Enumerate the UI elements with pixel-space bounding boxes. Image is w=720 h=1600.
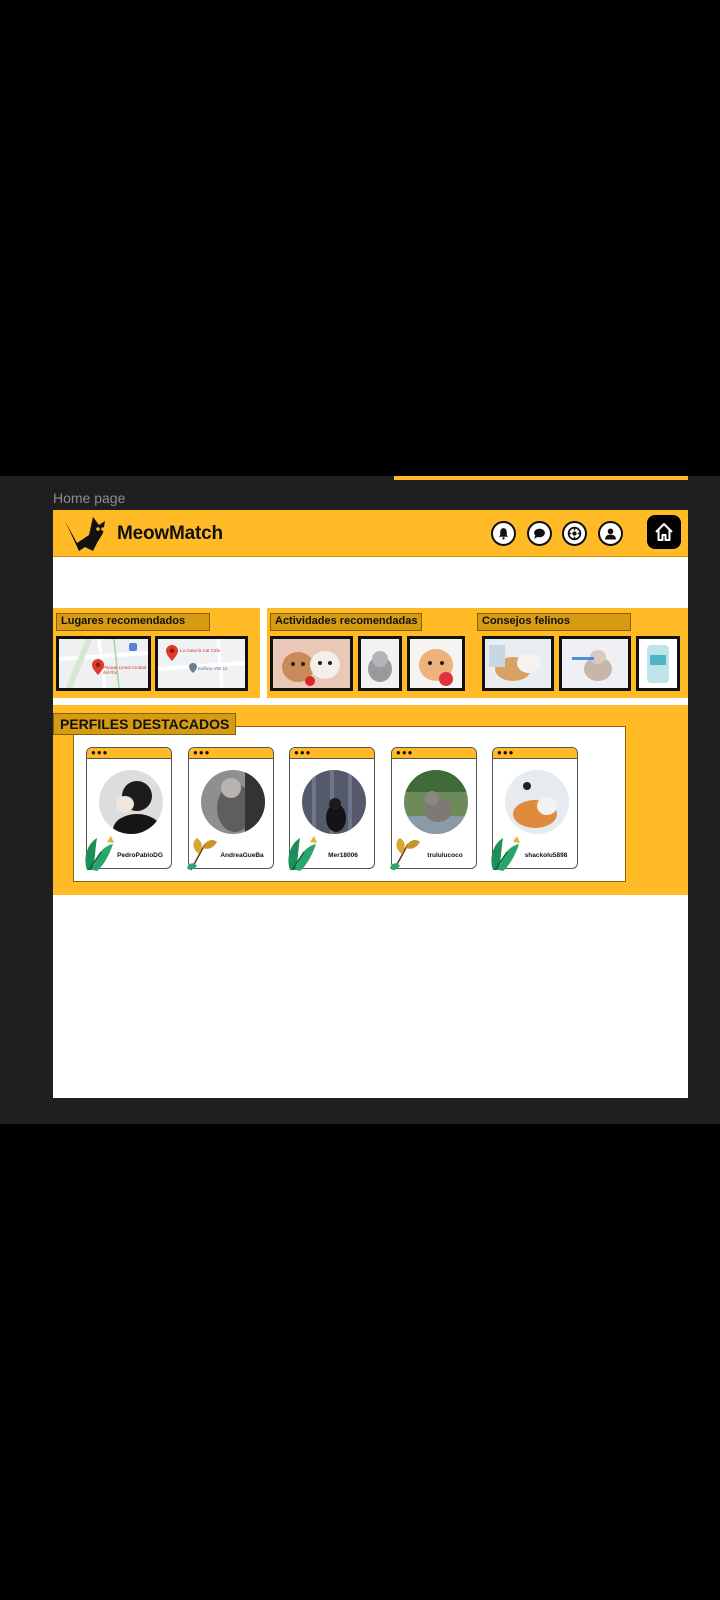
tip-thumbnail[interactable] [636, 636, 680, 691]
section-consejos: Consejos felinos [474, 608, 688, 698]
location-icon [189, 663, 197, 673]
cat-logo-icon[interactable] [63, 513, 115, 553]
dots-icon[interactable]: ●●● [193, 748, 211, 757]
design-canvas: Home page MeowMatch Lugares recomendados… [0, 476, 720, 1124]
profile-card[interactable]: ●●● PedroPabloDG [85, 747, 172, 871]
leaf-plant-icon [390, 838, 420, 871]
featured-profiles-section: ●●● PedroPabloDG ●●● AndreaGueBa ●●● Mer… [53, 705, 688, 895]
home-page-frame: MeowMatch Lugares recomendados Parque Li… [53, 510, 688, 1098]
username: trululucoco [427, 852, 463, 859]
map-label: La Gatería Cat Cafe [180, 648, 221, 653]
profile-card[interactable]: ●●● AndreaGueBa [187, 747, 274, 871]
dots-icon[interactable]: ●●● [91, 748, 109, 757]
avatar [99, 770, 163, 834]
leaf-plant-icon [85, 836, 114, 871]
username: Mer18006 [328, 852, 358, 859]
map-thumbnail[interactable]: La Gatería Cat Cafe Edificio Vita 11 [155, 636, 248, 691]
avatar-photo [201, 770, 265, 834]
section-actividades: Actividades recomendadas [267, 608, 474, 698]
card-header-bar: ●●● [392, 748, 476, 759]
kitten-photo [410, 639, 462, 688]
section-title: Consejos felinos [477, 613, 631, 631]
kittens-photo [273, 639, 350, 688]
username: AndreaGueBa [220, 852, 264, 859]
section-title: Actividades recomendadas [270, 613, 422, 631]
tip-thumbnail[interactable] [482, 636, 554, 691]
chat-icon [534, 528, 545, 539]
dots-icon[interactable]: ●●● [396, 748, 414, 757]
map-label: Parque Lineal Ciudad del Río [103, 665, 147, 675]
tip-thumbnail[interactable] [559, 636, 631, 691]
leaf-plant-icon [288, 836, 317, 871]
avatar-photo [505, 770, 569, 834]
profiles-container: ●●● PedroPabloDG ●●● AndreaGueBa ●●● Mer… [73, 726, 626, 882]
map-thumbnail[interactable]: Parque Lineal Ciudad del Río [56, 636, 151, 691]
activity-thumbnail[interactable] [270, 636, 353, 691]
card-header-bar: ●●● [189, 748, 273, 759]
settings-button[interactable] [562, 521, 587, 546]
activity-thumbnail[interactable] [407, 636, 465, 691]
avatar [201, 770, 265, 834]
card-header-bar: ●●● [290, 748, 374, 759]
profiles-title: PERFILES DESTACADOS [53, 713, 237, 735]
activity-thumbnail[interactable] [358, 636, 402, 691]
section-lugares: Lugares recomendados Parque Lineal Ciuda… [53, 608, 260, 698]
username: shackolu5898 [524, 852, 568, 859]
cat-food-photo [639, 639, 677, 688]
avatar-photo [99, 770, 163, 834]
profile-button[interactable] [598, 521, 623, 546]
avatar [302, 770, 366, 834]
username: PedroPabloDG [117, 852, 163, 859]
profile-card[interactable]: ●●● shackolu5898 [491, 747, 578, 871]
user-icon [605, 528, 616, 540]
app-header: MeowMatch [53, 510, 688, 557]
profile-card[interactable]: ●●● Mer18006 [288, 747, 375, 871]
kitten-photo [361, 639, 399, 688]
dots-icon[interactable]: ●●● [294, 748, 312, 757]
cat-photo [485, 639, 551, 688]
leaf-plant-icon [491, 836, 520, 871]
cat-photo [562, 639, 628, 688]
profile-card[interactable]: ●●● trululucoco [390, 747, 477, 871]
avatar-photo [302, 770, 366, 834]
dots-icon[interactable]: ●●● [497, 748, 515, 757]
card-header-bar: ●●● [493, 748, 577, 759]
settings-icon [567, 526, 582, 541]
leaf-plant-icon [187, 838, 217, 871]
notifications-button[interactable] [491, 521, 516, 546]
avatar [404, 770, 468, 834]
messages-button[interactable] [527, 521, 552, 546]
frame-label: Home page [53, 490, 126, 506]
card-header-bar: ●●● [87, 748, 171, 759]
section-title: Lugares recomendados [56, 613, 210, 631]
bell-icon [498, 528, 509, 540]
map-label: Edificio Vita 11 [198, 666, 228, 671]
home-button[interactable] [647, 515, 681, 549]
home-icon [655, 523, 673, 541]
avatar-photo [404, 770, 468, 834]
avatar [505, 770, 569, 834]
canvas-progress-bar [394, 476, 688, 480]
brand-name[interactable]: MeowMatch [117, 523, 223, 545]
map-pin-icon [166, 645, 178, 661]
